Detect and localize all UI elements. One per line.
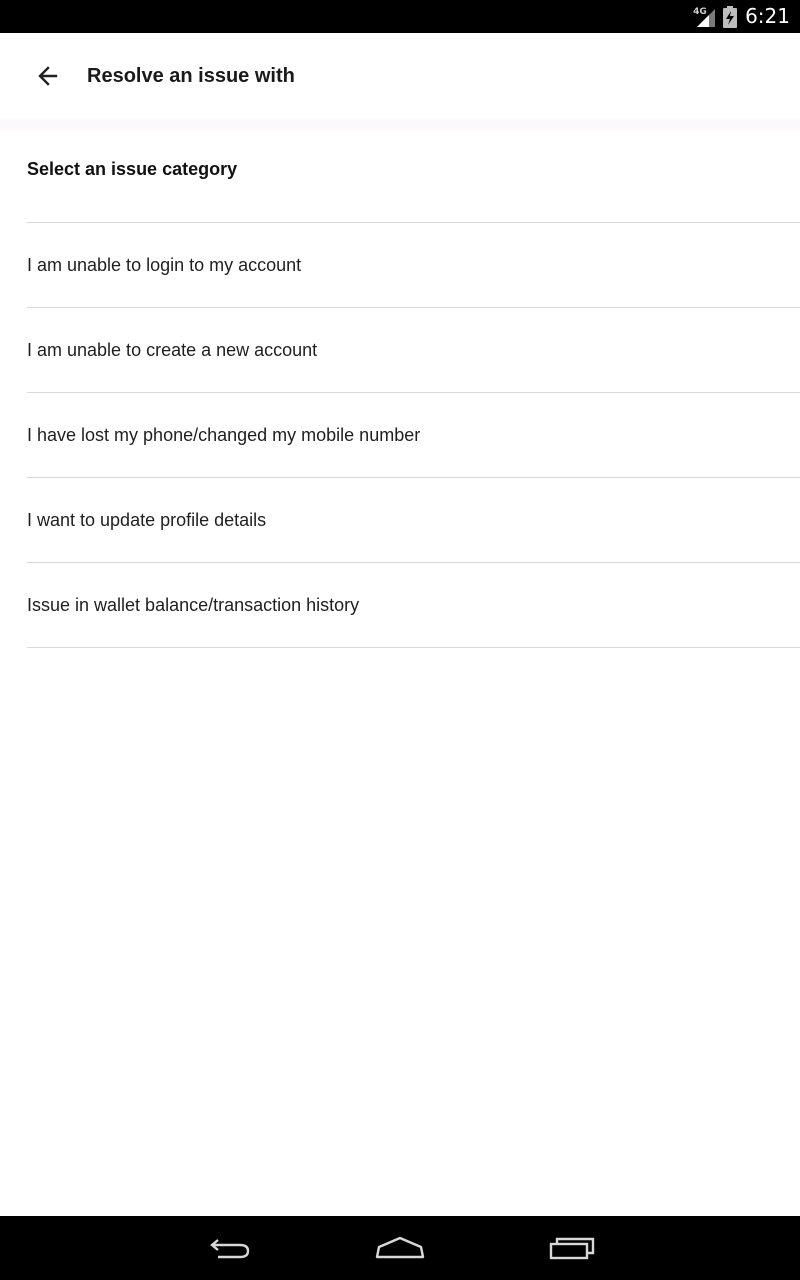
arrow-left-icon [38, 66, 58, 86]
nav-home-button[interactable] [370, 1228, 430, 1268]
issue-item-wallet[interactable]: Issue in wallet balance/transaction hist… [0, 563, 800, 648]
section-title: Select an issue category [27, 159, 238, 179]
nav-home-icon [375, 1236, 425, 1259]
issue-category-list: I am unable to login to my account I am … [0, 223, 800, 648]
content: Select an issue category I am unable to … [0, 131, 800, 648]
issue-item-label: I have lost my phone/changed my mobile n… [27, 425, 421, 445]
nav-back-button[interactable] [200, 1228, 260, 1268]
network-indicator: 4G [693, 5, 716, 29]
navigation-bar [0, 1216, 800, 1280]
issue-item-create-account[interactable]: I am unable to create a new account [0, 308, 800, 393]
issue-item-label: I am unable to create a new account [27, 340, 318, 360]
issue-item-login[interactable]: I am unable to login to my account [0, 223, 800, 308]
nav-recents-button[interactable] [541, 1228, 601, 1268]
issue-item-label: Issue in wallet balance/transaction hist… [27, 595, 360, 615]
signal-icon [697, 8, 716, 27]
nav-back-icon [210, 1239, 250, 1259]
battery-charging-icon [723, 5, 738, 28]
status-bar: 4G 6:21 [0, 0, 800, 33]
nav-recents-icon [549, 1237, 595, 1260]
section-header: Select an issue category [0, 131, 800, 223]
status-icons: 4G 6:21 [693, 0, 790, 33]
screen: 4G 6:21 Resolve an issue with Select an … [0, 0, 800, 1280]
app-bar: Resolve an issue with [0, 33, 800, 119]
status-clock: 6:21 [745, 4, 790, 28]
issue-item-lost-phone[interactable]: I have lost my phone/changed my mobile n… [0, 393, 800, 478]
issue-item-update-profile[interactable]: I want to update profile details [0, 478, 800, 563]
back-button[interactable] [26, 56, 70, 96]
issue-item-label: I want to update profile details [27, 510, 267, 530]
divider [27, 647, 800, 648]
page-title: Resolve an issue with [87, 65, 295, 87]
issue-item-label: I am unable to login to my account [27, 255, 302, 275]
app-bar-shadow [0, 119, 800, 131]
